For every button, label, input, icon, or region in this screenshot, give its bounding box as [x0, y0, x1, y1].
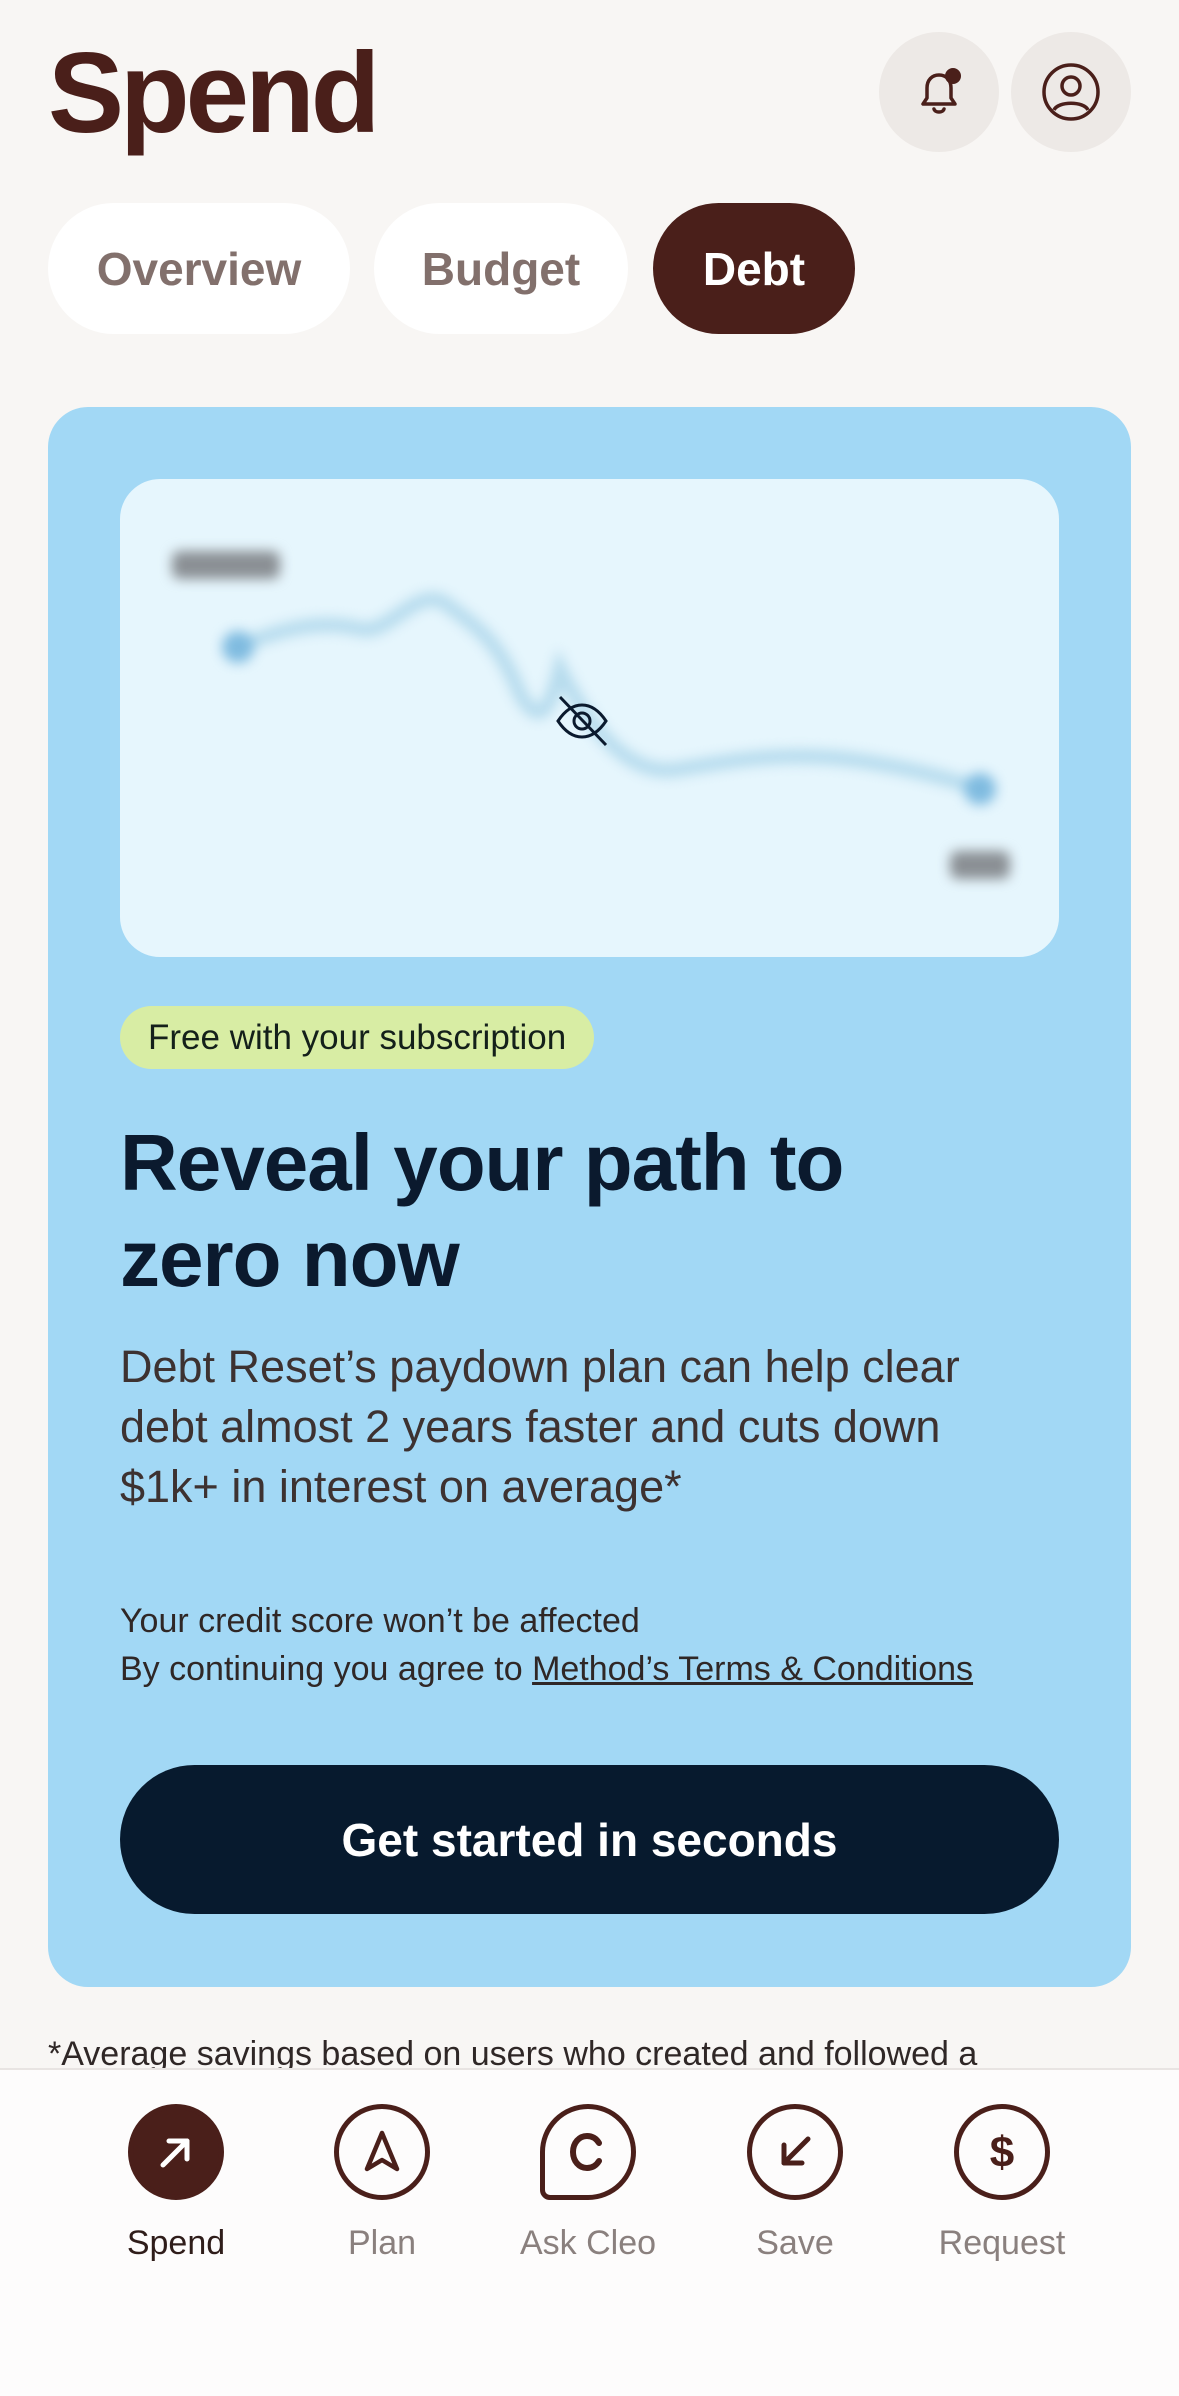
nav-plan[interactable]: Plan	[287, 2104, 477, 2284]
promo-headline: Reveal your path to zero now	[120, 1118, 844, 1303]
eye-off-icon	[556, 695, 608, 747]
terms-link[interactable]: Method’s Terms & Conditions	[532, 1650, 973, 1688]
notifications-button[interactable]	[879, 32, 999, 152]
nav-plan-label: Plan	[347, 2224, 417, 2262]
bottom-nav: Spend Plan Ask Cleo Save $ Request	[0, 2068, 1179, 2396]
user-circle-icon	[1042, 63, 1100, 121]
nav-save[interactable]: Save	[700, 2104, 890, 2284]
svg-text:$: $	[990, 2128, 1014, 2177]
spend-screen: Spend Overview Budget Debt Free with you…	[0, 0, 1179, 2396]
page-title: Spend	[48, 30, 380, 157]
profile-button[interactable]	[1011, 32, 1131, 152]
arrow-up-right-icon	[128, 2104, 224, 2200]
promo-description: Debt Reset’s paydown plan can help clear…	[120, 1341, 960, 1512]
terms-prefix: By continuing you agree to	[120, 1650, 533, 1688]
dollar-icon: $	[954, 2104, 1050, 2200]
nav-spend-label: Spend	[126, 2224, 226, 2262]
chat-c-icon	[540, 2104, 636, 2200]
navigation-arrow-icon	[334, 2104, 430, 2200]
tab-overview[interactable]: Overview	[48, 203, 350, 334]
nav-request-label: Request	[938, 2224, 1066, 2262]
blurred-debt-chart-preview	[120, 479, 1059, 957]
nav-ask-cleo[interactable]: Ask Cleo	[493, 2104, 683, 2284]
nav-save-label: Save	[756, 2224, 834, 2262]
bell-with-dot-icon	[921, 68, 961, 114]
nav-ask-cleo-label: Ask Cleo	[519, 2224, 657, 2262]
nav-spend[interactable]: Spend	[81, 2104, 271, 2284]
tab-debt[interactable]: Debt	[653, 203, 855, 334]
subscription-badge: Free with your subscription	[120, 1006, 595, 1069]
tab-budget[interactable]: Budget	[374, 203, 628, 334]
credit-score-note: Your credit score won’t be affected	[120, 1602, 640, 1640]
footnote: *Average savings based on users who crea…	[48, 2035, 978, 2069]
terms-line: By continuing you agree to Method’s Term…	[120, 1645, 1070, 1693]
debt-reset-promo-card: Free with your subscription Reveal your …	[48, 407, 1131, 1987]
fine-print: Your credit score won’t be affected By c…	[120, 1597, 1070, 1693]
nav-request[interactable]: $ Request	[907, 2104, 1097, 2284]
get-started-button[interactable]: Get started in seconds	[120, 1765, 1059, 1914]
arrow-down-left-icon	[747, 2104, 843, 2200]
